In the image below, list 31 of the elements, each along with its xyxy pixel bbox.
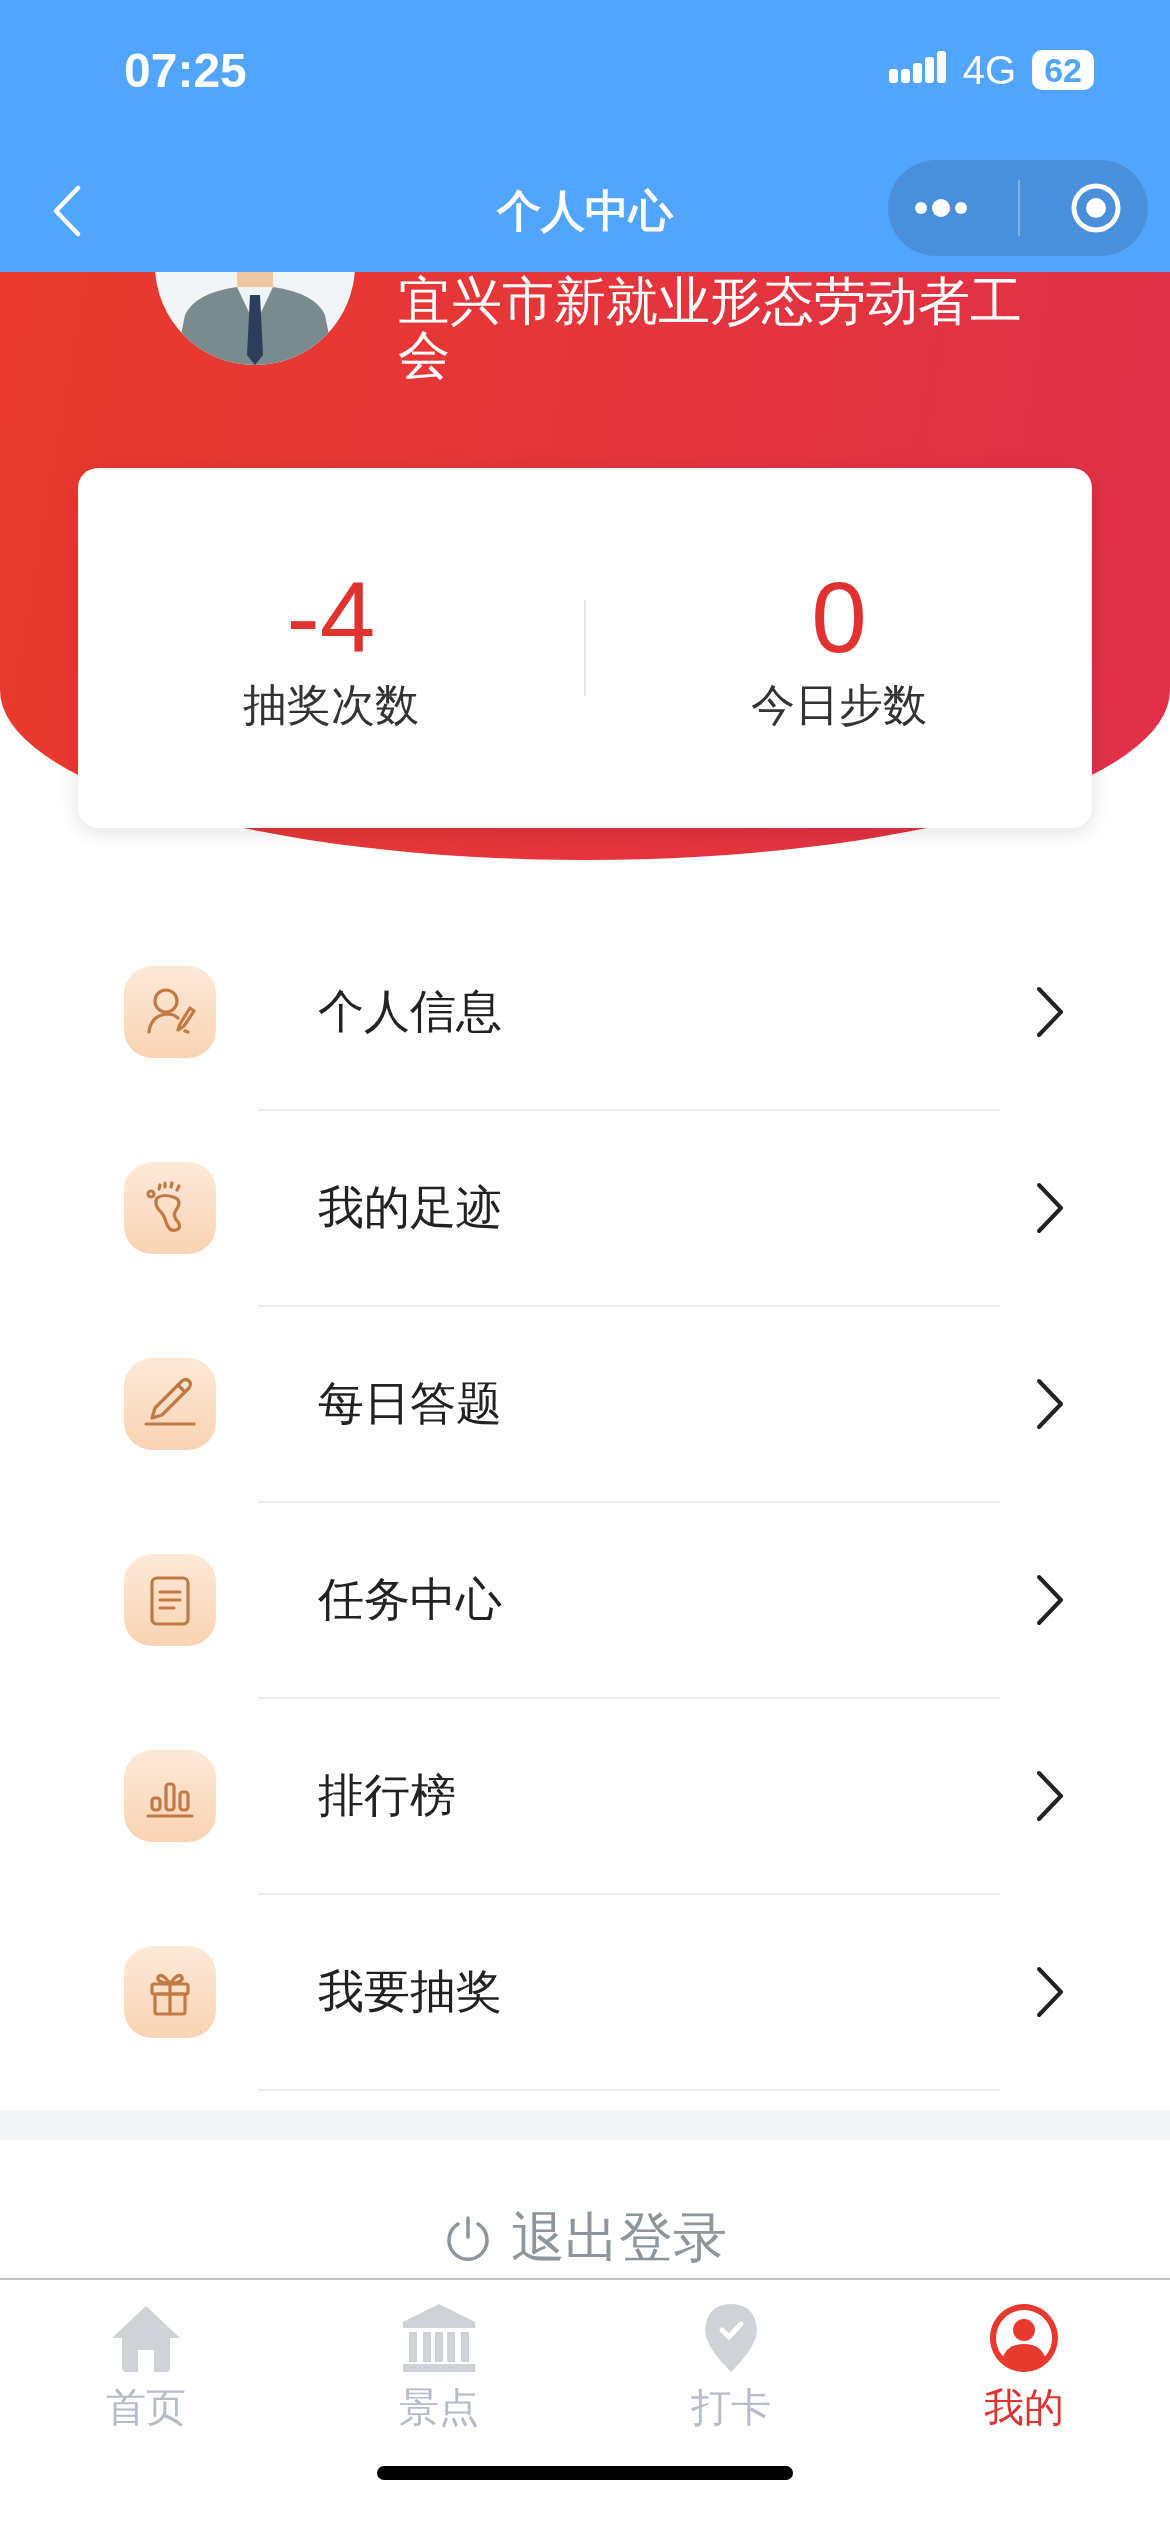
menu-item[interactable]: 每日答题 [0, 1307, 1170, 1503]
menu-item[interactable]: 任务中心 [0, 1503, 1170, 1699]
menu-item[interactable]: 排行榜 [0, 1699, 1170, 1895]
menu-item[interactable]: 个人信息 [0, 915, 1170, 1111]
pencil-icon [124, 1358, 216, 1450]
stat-label: 抽奖次数 [243, 677, 419, 732]
chevron-right-icon [1035, 1574, 1065, 1626]
network-label: 4G [962, 47, 1017, 93]
tab-item[interactable]: 我的 [877, 2280, 1170, 2435]
chevron-right-icon [1035, 986, 1065, 1038]
more-icon[interactable] [912, 198, 969, 218]
stat-value: -4 [286, 561, 376, 672]
battery-indicator: 62 [1032, 50, 1094, 90]
bar-chart-icon [124, 1750, 216, 1842]
chevron-right-icon [1035, 1966, 1065, 2018]
menu-item[interactable]: 我要抽奖 [0, 1895, 1170, 2091]
page-title: 个人中心 [497, 183, 673, 238]
stat-label: 今日步数 [751, 677, 927, 732]
stat-value: 0 [811, 561, 867, 672]
document-icon [124, 1554, 216, 1646]
chevron-right-icon [1035, 1770, 1065, 1822]
status-time: 07:25 [124, 42, 247, 98]
chevron-right-icon [1035, 1182, 1065, 1234]
chevron-right-icon [1035, 1378, 1065, 1430]
person-edit-icon [124, 966, 216, 1058]
back-icon[interactable] [52, 185, 82, 237]
building-columns-icon [400, 2302, 477, 2374]
gift-icon [124, 1946, 216, 2038]
footprint-icon [124, 1162, 216, 1254]
organization-name: 宜兴市新就业形态劳动者工会 [398, 274, 1023, 382]
menu-item[interactable]: 我的足迹 [0, 1111, 1170, 1307]
